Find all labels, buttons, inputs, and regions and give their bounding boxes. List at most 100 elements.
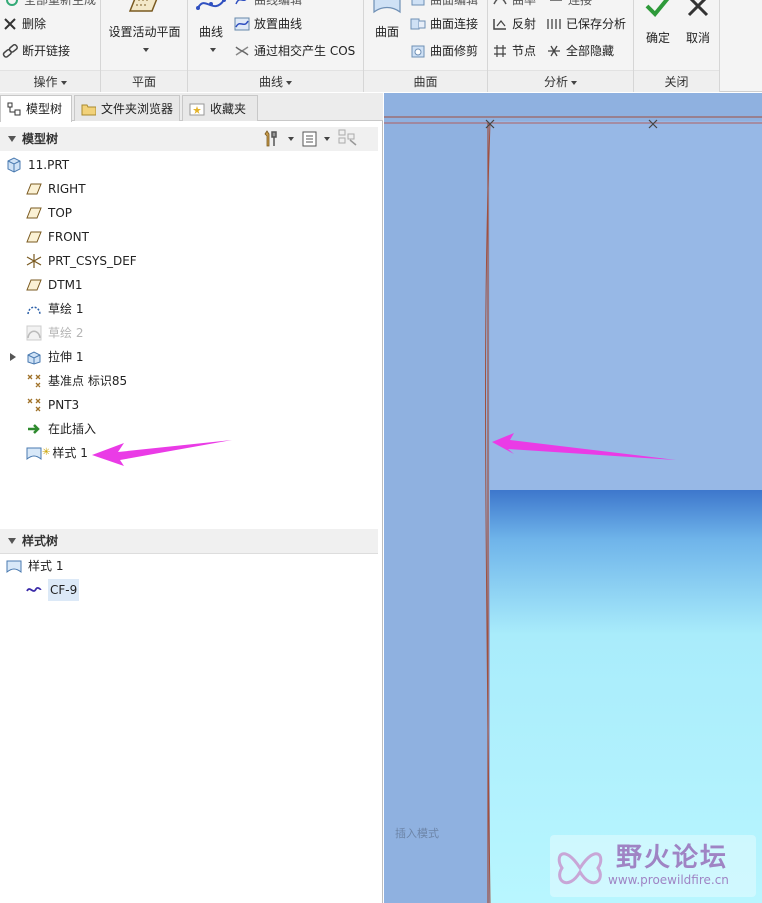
status-text: 插入模式: [395, 827, 439, 840]
group-label-operations[interactable]: 操作: [0, 70, 100, 92]
tree-item-extrude-1[interactable]: 拉伸 1: [10, 346, 83, 368]
datum-plane-icon: [26, 277, 42, 293]
folder-icon: [81, 104, 96, 115]
tree-item-sketch-2[interactable]: 草绘 2: [26, 322, 83, 344]
surface-connect-icon: [410, 16, 426, 32]
active-plane-icon: [128, 0, 157, 12]
close-icon: [687, 0, 709, 17]
chain-link-icon: [2, 43, 18, 59]
cos-intersect-button[interactable]: 通过相交产生 COS: [234, 40, 355, 62]
group-plane: 设置活动平面 平面: [101, 0, 188, 92]
tree-item-sketch-1[interactable]: 草绘 1: [26, 298, 83, 320]
style-tree-header[interactable]: 样式树: [0, 529, 378, 553]
tab-favorites[interactable]: 收藏夹: [182, 95, 258, 121]
curvature-icon: [492, 0, 508, 8]
expand-triangle-icon[interactable]: [10, 353, 16, 361]
sparkle-icon: ✳: [42, 447, 51, 458]
graphics-viewport[interactable]: 插入模式 野火论坛 www.proewildfire.cn: [384, 93, 762, 903]
node-grid-icon: [492, 43, 508, 59]
group-label-analysis[interactable]: 分析: [488, 70, 633, 92]
ok-button[interactable]: 确定: [638, 0, 678, 46]
group-close: 确定 取消 关闭: [634, 0, 720, 92]
watermark-url: www.proewildfire.cn: [608, 873, 729, 887]
group-operations: 全部重新生成 删除 断开链接 操作: [0, 0, 101, 92]
checkmark-icon: [645, 0, 670, 17]
connection-button[interactable]: 连接: [548, 0, 592, 11]
group-analysis: 曲率 连接 反射 已保存分析 节点 全部隐藏 分析: [488, 0, 634, 92]
style-feature-icon: [6, 558, 22, 574]
tools-button[interactable]: [264, 129, 294, 148]
style-feature-icon: [26, 445, 42, 461]
tab-folder-browser[interactable]: 文件夹浏览器: [74, 95, 180, 121]
connection-icon: [548, 0, 564, 8]
surface-trim-button[interactable]: 曲面修剪: [410, 40, 478, 62]
curve-edit-button[interactable]: 曲线编辑: [234, 0, 302, 11]
style-tree-item-cf9[interactable]: CF-9: [26, 579, 80, 601]
tree-item-datum-point-85[interactable]: 基准点 标识85: [26, 370, 127, 392]
favorites-icon: [189, 103, 205, 115]
tab-model-tree[interactable]: 模型树: [0, 95, 72, 122]
model-tree-icon: [7, 102, 21, 116]
tree-filter-icon: [338, 129, 357, 146]
style-tree-item-style-1[interactable]: 样式 1: [6, 555, 63, 577]
viewport-canvas: [384, 116, 762, 903]
tree-item-dtm1[interactable]: DTM1: [26, 274, 83, 296]
regenerate-icon: [4, 0, 20, 8]
model-tree-toolbar: [264, 128, 358, 149]
surface-button[interactable]: 曲面: [366, 0, 408, 40]
group-label-plane: 平面: [101, 70, 187, 92]
curve-icon: [196, 0, 226, 10]
delete-x-icon: [2, 16, 18, 32]
sketch-icon: [26, 325, 42, 341]
divider: [0, 553, 378, 554]
collapse-triangle-icon: [8, 136, 16, 142]
filter-button[interactable]: [338, 128, 358, 149]
chevron-down-icon: [60, 80, 67, 85]
datum-plane-icon: [26, 181, 42, 197]
tree-item-pnt3[interactable]: PNT3: [26, 394, 79, 416]
hide-all-button[interactable]: 全部隐藏: [546, 40, 614, 62]
chevron-down-icon: [324, 136, 330, 141]
curve-edit-icon: [234, 0, 250, 8]
node-button[interactable]: 节点: [492, 40, 536, 62]
datum-point-icon: [26, 397, 42, 413]
curve-button[interactable]: 曲线: [190, 0, 232, 56]
place-curve-button[interactable]: 放置曲线: [234, 13, 302, 35]
saved-analysis-button[interactable]: 已保存分析: [546, 13, 626, 35]
place-curve-icon: [234, 16, 250, 32]
tree-item-csys[interactable]: PRT_CSYS_DEF: [26, 250, 137, 272]
surface-edit-button[interactable]: 曲面编辑: [410, 0, 478, 11]
cancel-button[interactable]: 取消: [678, 0, 718, 46]
watermark-title: 野火论坛: [616, 843, 729, 873]
display-settings-button[interactable]: [302, 130, 330, 148]
tree-item-right[interactable]: RIGHT: [26, 178, 86, 200]
watermark: 野火论坛 www.proewildfire.cn: [550, 835, 756, 897]
group-label-curve[interactable]: 曲线: [188, 70, 363, 92]
tree-item-part[interactable]: 11.PRT: [6, 154, 69, 176]
tree-item-style-1[interactable]: ✳ 样式 1: [26, 442, 88, 464]
tree-item-front[interactable]: FRONT: [26, 226, 89, 248]
tree-item-top[interactable]: TOP: [26, 202, 72, 224]
curvature-button[interactable]: 曲率: [492, 0, 536, 11]
surface-edit-icon: [410, 0, 426, 8]
tools-icon: [264, 129, 277, 146]
surface-connect-button[interactable]: 曲面连接: [410, 13, 478, 35]
left-panel: 模型树 文件夹浏览器 收藏夹 模型树 11.PRT RIGHT TOP FRON…: [0, 93, 383, 903]
free-curve-icon: [26, 582, 42, 598]
ribbon-toolbar: 全部重新生成 删除 断开链接 操作 设置活动平面 平面 曲线 曲线编辑 放置曲线…: [0, 0, 762, 92]
break-link-button[interactable]: 断开链接: [2, 40, 70, 62]
reflection-icon: [492, 16, 508, 32]
insert-arrow-icon: [26, 421, 42, 437]
panel-tabs: 模型树 文件夹浏览器 收藏夹: [0, 93, 383, 122]
datum-point-icon: [26, 373, 42, 389]
part-icon: [6, 157, 22, 173]
tree-item-insert-here[interactable]: 在此插入: [26, 418, 96, 440]
regenerate-button[interactable]: 全部重新生成: [4, 0, 96, 11]
delete-button[interactable]: 删除: [2, 13, 46, 35]
group-surface: 曲面 曲面编辑 曲面连接 曲面修剪 曲面: [364, 0, 488, 92]
set-active-plane-button[interactable]: 设置活动平面: [101, 0, 188, 56]
collapse-triangle-icon: [8, 538, 16, 544]
chevron-down-icon: [209, 47, 216, 52]
reflection-button[interactable]: 反射: [492, 13, 536, 35]
datum-plane-region: [490, 121, 762, 491]
